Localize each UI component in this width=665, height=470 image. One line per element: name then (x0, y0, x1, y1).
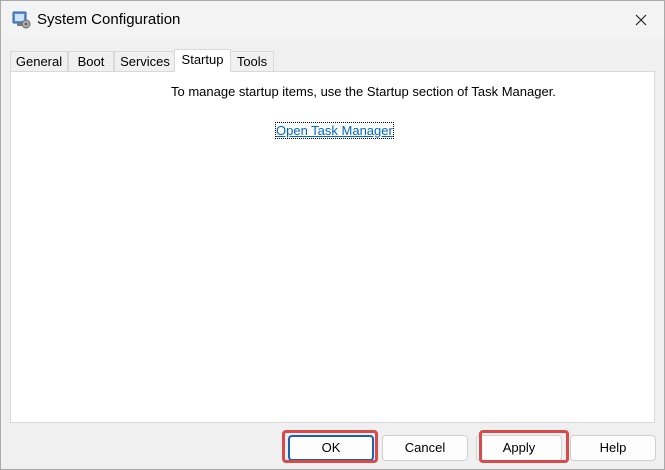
cancel-button[interactable]: Cancel (382, 435, 468, 461)
system-configuration-window: System Configuration General Boot Servic… (0, 0, 665, 470)
close-button[interactable] (618, 1, 664, 39)
ok-button[interactable]: OK (288, 435, 374, 461)
tab-general[interactable]: General (10, 51, 68, 71)
tab-tools[interactable]: Tools (230, 51, 274, 71)
help-button[interactable]: Help (570, 435, 656, 461)
system-configuration-icon (12, 11, 31, 29)
startup-message: To manage startup items, use the Startup… (171, 84, 556, 99)
tab-boot[interactable]: Boot (68, 51, 114, 71)
startup-panel: To manage startup items, use the Startup… (10, 71, 655, 423)
close-icon (635, 14, 647, 26)
window-title: System Configuration (37, 11, 181, 28)
apply-button[interactable]: Apply (476, 435, 562, 461)
title-bar[interactable]: System Configuration (1, 1, 664, 39)
tab-services[interactable]: Services (114, 51, 176, 71)
tab-startup[interactable]: Startup (174, 49, 231, 72)
open-task-manager-link[interactable]: Open Task Manager (275, 122, 394, 139)
